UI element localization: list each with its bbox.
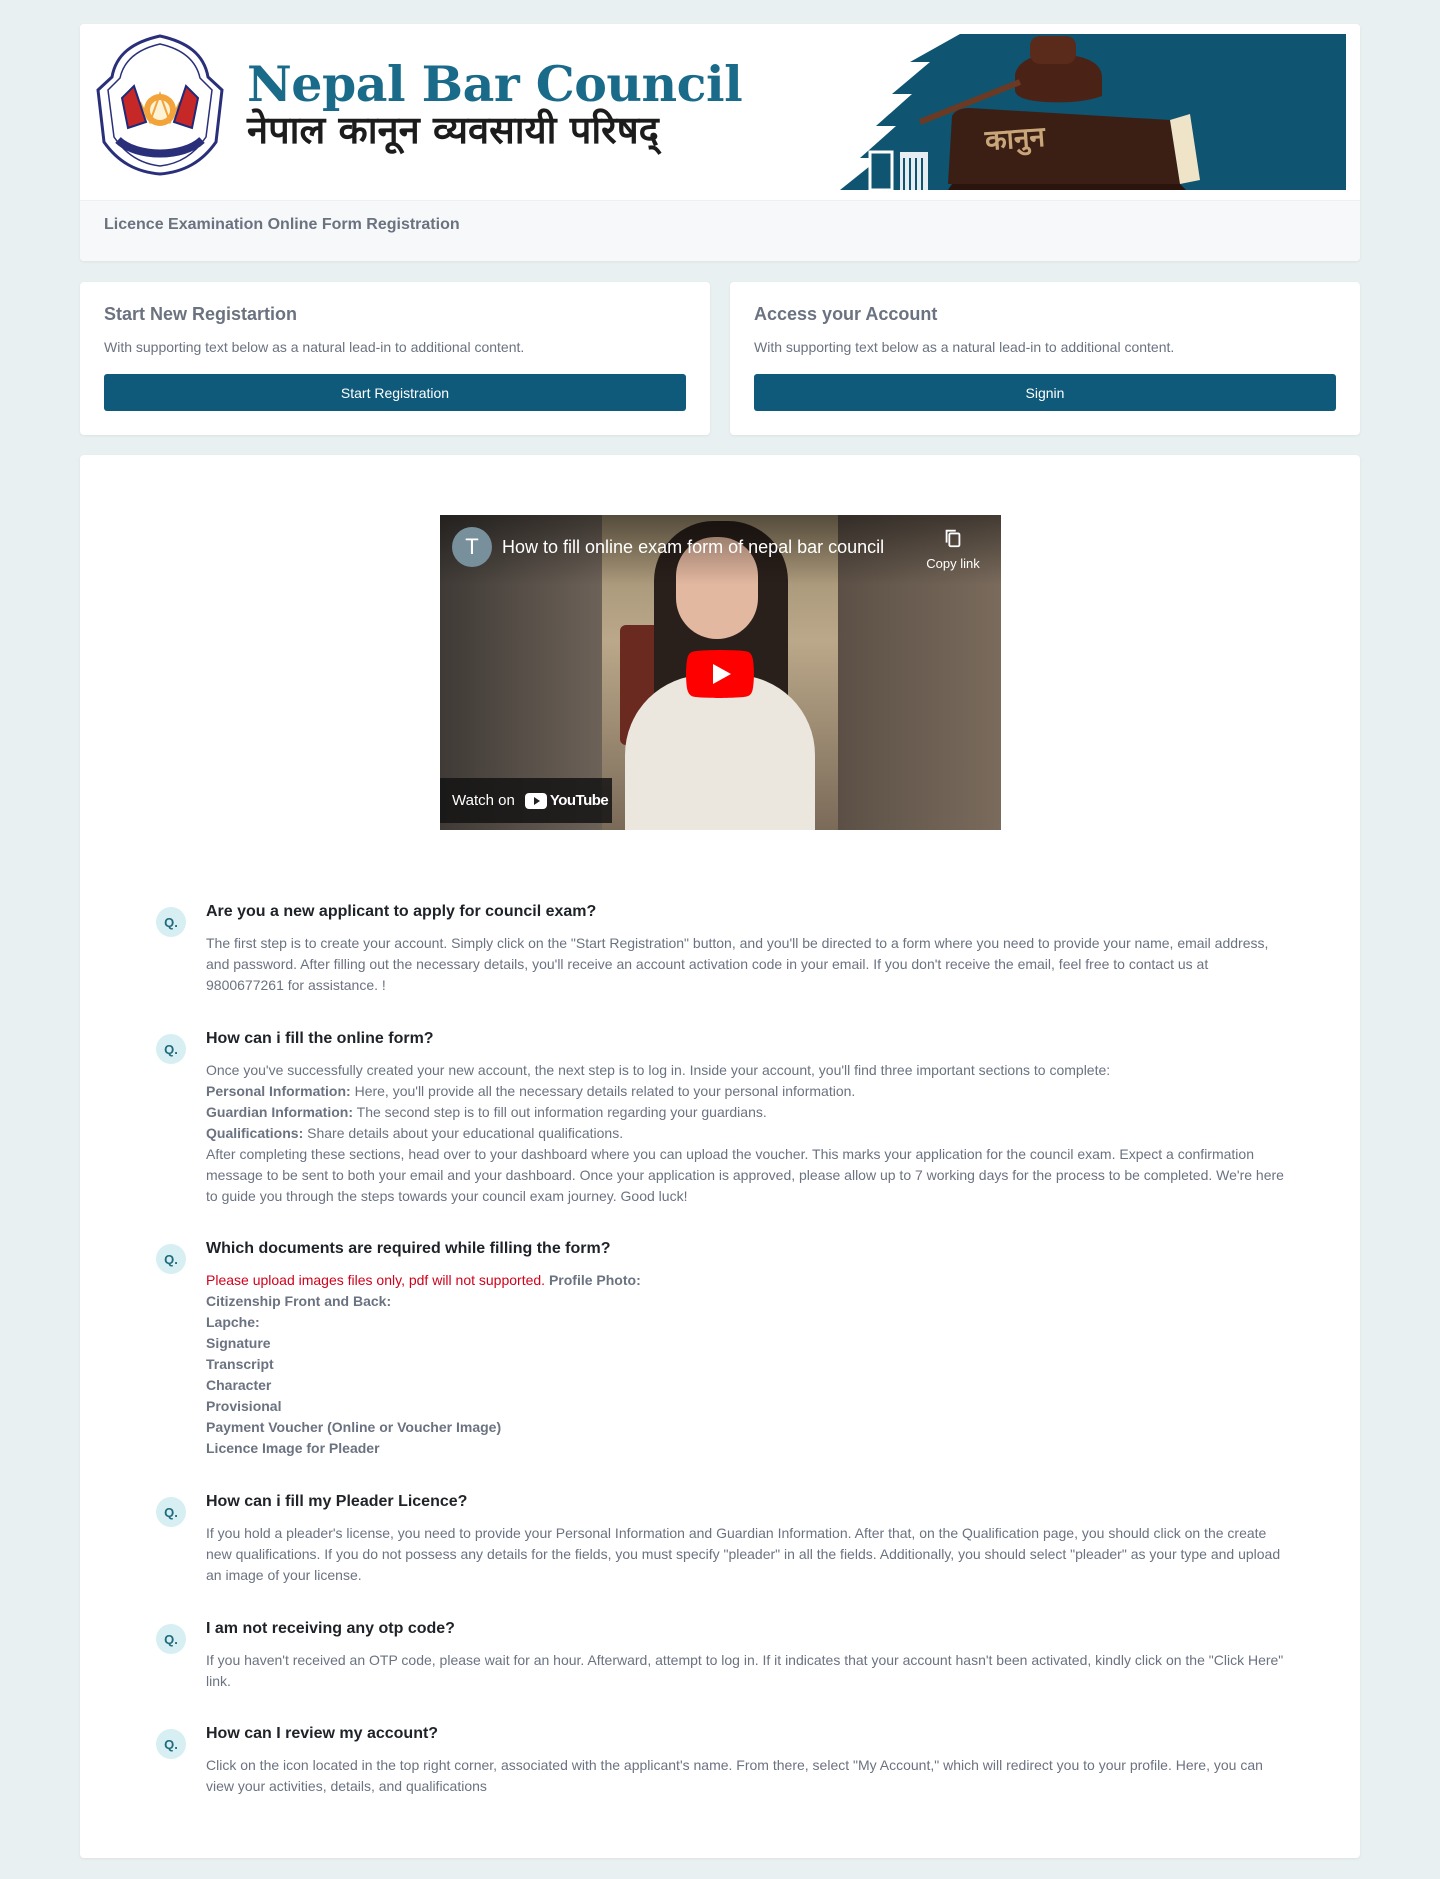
banner-book-word: कानुन (983, 119, 1046, 158)
access-account-card: Access your Account With supporting text… (730, 282, 1360, 435)
faq-question: How can I review my account? (206, 1725, 439, 1742)
header-subtitle-bar: Licence Examination Online Form Registra… (80, 200, 1360, 261)
faq-question: Which documents are required while filli… (206, 1240, 611, 1257)
document-item: Transcript (206, 1356, 274, 1372)
watch-on-label: Watch on (452, 792, 515, 809)
channel-avatar[interactable]: T (452, 527, 492, 567)
document-item: Licence Image for Pleader (206, 1440, 380, 1456)
faq-card: T How to fill online exam form of nepal … (80, 455, 1360, 1858)
card-text: With supporting text below as a natural … (104, 339, 525, 355)
faq-answer: If you haven't received an OTP code, ple… (206, 1652, 1284, 1689)
upload-warning: Please upload images files only, pdf wil… (206, 1272, 546, 1288)
page-subtitle: Licence Examination Online Form Registra… (104, 216, 460, 234)
signin-button[interactable]: Signin (754, 374, 1336, 411)
question-badge: Q. (156, 1497, 186, 1527)
copy-link-button[interactable]: Copy link (918, 527, 988, 571)
document-item: Lapche: (206, 1314, 260, 1330)
document-item: Character (206, 1377, 272, 1393)
document-item: Signature (206, 1335, 271, 1351)
faq-question: I am not receiving any otp code? (206, 1620, 455, 1637)
faq-question: How can i fill the online form? (206, 1030, 434, 1047)
faq-answer: If you hold a pleader's license, you nee… (206, 1525, 1281, 1583)
watch-on-youtube-button[interactable]: Watch on YouTube (440, 778, 612, 823)
question-badge: Q. (156, 1624, 186, 1654)
play-button-icon[interactable] (686, 650, 754, 698)
document-item: Payment Voucher (Online or Voucher Image… (206, 1419, 502, 1435)
header-banner: Nepal Bar Council नेपाल कानून व्यवसायी प… (80, 24, 1360, 200)
document-item: Provisional (206, 1398, 282, 1414)
question-badge: Q. (156, 1244, 186, 1274)
gavel-book-banner (840, 34, 1346, 190)
start-registration-button[interactable]: Start Registration (104, 374, 686, 411)
faq-answer: The first step is to create your account… (206, 935, 1269, 993)
page: Nepal Bar Council नेपाल कानून व्यवसायी प… (0, 0, 1440, 1879)
youtube-wordmark: YouTube (549, 792, 609, 809)
card-title: Access your Account (754, 304, 938, 324)
card-title: Start New Registartion (104, 304, 298, 324)
start-registration-card: Start New Registartion With supporting t… (80, 282, 710, 435)
faq-answer: Please upload images files only, pdf wil… (206, 1272, 641, 1456)
nepal-bar-council-logo (96, 34, 224, 176)
question-badge: Q. (156, 1729, 186, 1759)
copy-link-label: Copy link (926, 556, 980, 571)
faq-answer: Once you've successfully created your ne… (206, 1062, 1284, 1204)
youtube-logo-icon (524, 792, 547, 809)
header-card: Nepal Bar Council नेपाल कानून व्यवसायी प… (80, 24, 1360, 261)
copy-icon (945, 529, 961, 548)
video-title[interactable]: How to fill online exam form of nepal ba… (502, 537, 884, 558)
document-item: Citizenship Front and Back: (206, 1293, 392, 1309)
brand-title-nepali: नेपाल कानून व्यवसायी परिषद् (247, 108, 659, 152)
faq-question: Are you a new applicant to apply for cou… (206, 903, 597, 920)
question-badge: Q. (156, 1034, 186, 1064)
faq-question: How can i fill my Pleader Licence? (206, 1493, 468, 1510)
question-badge: Q. (156, 907, 186, 937)
video-player[interactable]: T How to fill online exam form of nepal … (440, 515, 1001, 830)
faq-answer: Click on the icon located in the top rig… (206, 1757, 1263, 1794)
card-text: With supporting text below as a natural … (754, 339, 1175, 355)
brand-title-english: Nepal Bar Council (247, 55, 743, 113)
